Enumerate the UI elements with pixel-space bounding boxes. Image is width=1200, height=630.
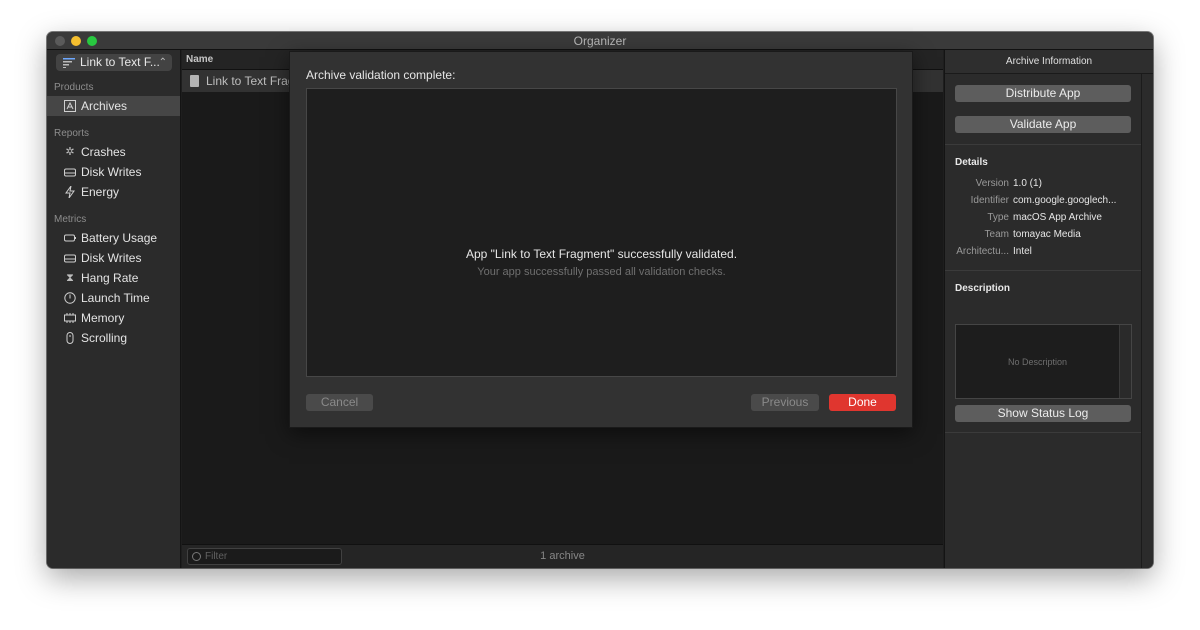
distribute-app-button[interactable]: Distribute App [955,85,1131,102]
sheet-content-area: App "Link to Text Fragment" successfully… [306,88,897,377]
show-status-log-button[interactable]: Show Status Log [955,405,1131,422]
description-scrollbar[interactable] [1119,325,1131,398]
detail-value-identifier: com.google.googlech... [1013,195,1117,206]
sidebar-item-label: Archives [81,99,128,113]
validation-message: App "Link to Text Fragment" successfully… [465,247,738,261]
section-metrics: Metrics [54,214,87,225]
scheme-selector[interactable]: Link to Text F... ⌃ [56,54,172,71]
detail-key: Identifier [970,195,1009,206]
sidebar-item-label: Disk Writes [81,251,142,265]
details-heading: Details [955,157,988,168]
sidebar-item-label: Crashes [81,145,126,159]
sidebar-item-scrolling[interactable]: Scrolling [47,328,180,348]
detail-value-architecture: Intel [1013,246,1032,257]
memory-icon [64,313,76,323]
disk-icon [64,168,76,177]
sidebar-item-label: Disk Writes [81,165,142,179]
sidebar-item-energy[interactable]: Energy [47,182,180,202]
sidebar-item-disk-writes-metric[interactable]: Disk Writes [47,248,180,268]
title-bar: Organizer [47,32,1153,50]
sidebar: Link to Text F... ⌃ Products Archives Re… [47,50,181,568]
clock-icon [64,292,76,304]
sidebar-item-archives[interactable]: Archives [47,96,180,116]
section-products: Products [54,82,94,93]
validation-submessage: Your app successfully passed all validat… [477,266,726,278]
sidebar-item-hang-rate[interactable]: ⧗ Hang Rate [47,268,180,288]
sidebar-item-crashes[interactable]: ✲ Crashes [47,142,180,162]
section-reports: Reports [54,128,90,139]
detail-value-version: 1.0 (1) [1013,178,1042,189]
sidebar-item-battery-usage[interactable]: Battery Usage [47,228,180,248]
detail-key: Architectu... [956,246,1009,257]
crash-icon: ✲ [65,146,75,158]
sidebar-item-label: Launch Time [81,291,150,305]
validation-sheet: Archive validation complete: App "Link t… [289,51,913,428]
sidebar-item-disk-writes[interactable]: Disk Writes [47,162,180,182]
divider [945,270,1142,271]
scheme-label: Link to Text F... [80,55,160,69]
sidebar-item-label: Scrolling [81,331,128,345]
divider [945,144,1142,145]
done-button[interactable]: Done [829,394,896,411]
description-heading: Description [955,283,1011,294]
detail-key: Team [984,229,1009,240]
sidebar-item-launch-time[interactable]: Launch Time [47,288,180,308]
sheet-title: Archive validation complete: [306,68,456,82]
sidebar-item-label: Battery Usage [81,231,158,245]
detail-value-team: tomayac Media [1013,229,1081,240]
inspector-title: Archive Information [945,50,1153,74]
inspector-scrollbar[interactable] [1141,74,1153,568]
detail-key: Version [975,178,1009,189]
detail-key: Type [987,212,1009,223]
bolt-icon [65,186,75,198]
battery-icon [64,234,76,242]
scroll-icon [66,332,74,344]
chevron-updown-icon: ⌃ [158,57,167,68]
disk-icon [64,254,76,263]
previous-button[interactable]: Previous [751,394,819,411]
description-field[interactable]: No Description [955,324,1132,399]
detail-value-type: macOS App Archive [1013,212,1102,223]
archive-icon [64,100,76,112]
sidebar-item-label: Hang Rate [81,271,139,285]
description-placeholder: No Description [1007,357,1068,367]
sidebar-item-memory[interactable]: Memory [47,308,180,328]
inspector-panel: Archive Information Distribute App Valid… [944,50,1153,568]
list-icon [63,58,75,68]
divider [945,432,1142,433]
sidebar-item-label: Memory [81,311,125,325]
sidebar-item-label: Energy [81,185,120,199]
hourglass-icon: ⧗ [66,272,74,284]
window-title: Organizer [573,34,627,48]
validate-app-button[interactable]: Validate App [955,116,1131,133]
cancel-button[interactable]: Cancel [306,394,373,411]
